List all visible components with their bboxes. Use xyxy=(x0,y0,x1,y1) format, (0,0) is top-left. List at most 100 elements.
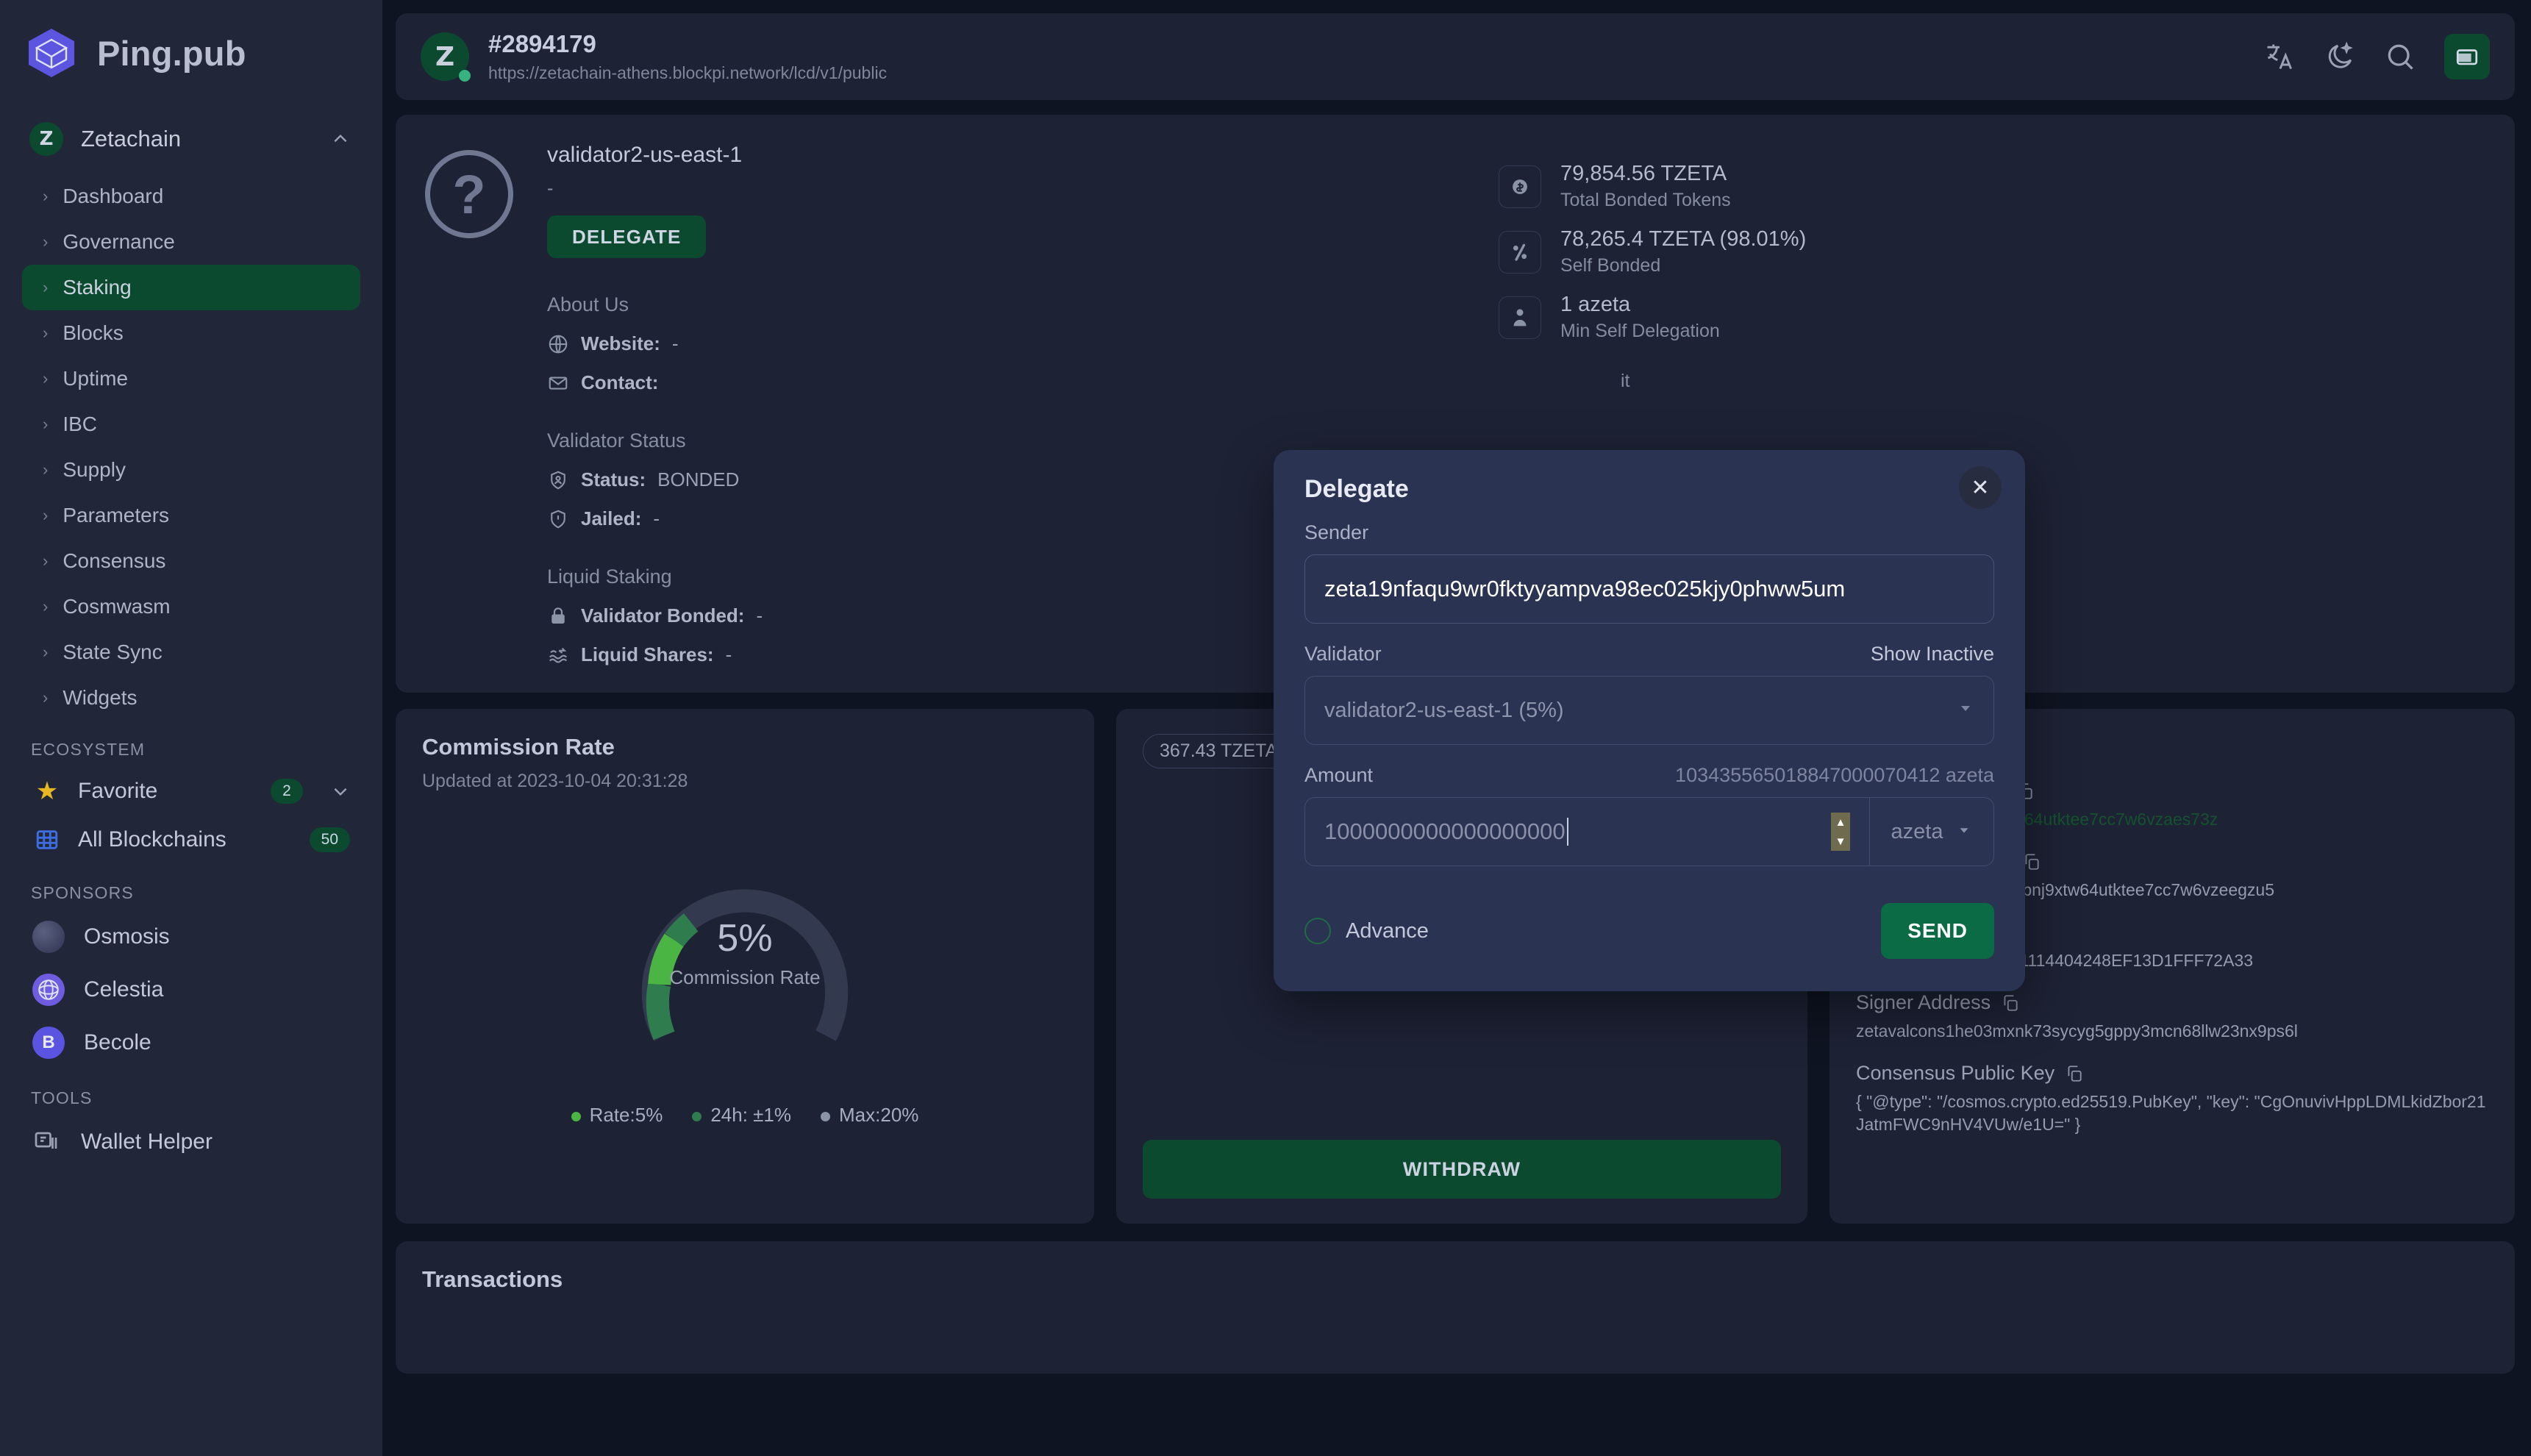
last-updated: Updated at 2023-10-04 20:31:28 xyxy=(422,771,1068,792)
stepper-up-icon[interactable]: ▲ xyxy=(1835,816,1846,829)
stat-label: Self Bonded xyxy=(1560,255,1806,276)
sidebar-item-osmosis[interactable]: Osmosis xyxy=(22,910,360,963)
send-button[interactable]: SEND xyxy=(1881,903,1994,959)
chevron-up-icon xyxy=(331,129,350,149)
jailed-value: - xyxy=(653,507,660,530)
obscured-text: it xyxy=(1621,371,1630,392)
moon-icon[interactable] xyxy=(2324,40,2356,73)
sidebar-nav: ›Dashboard ›Governance ›Staking ›Blocks … xyxy=(0,174,382,721)
validator-bonded-value: - xyxy=(756,604,763,627)
wallet-icon[interactable] xyxy=(2444,34,2490,79)
modal-title: Delegate xyxy=(1304,475,1994,504)
status-badge: BONDED xyxy=(657,468,739,491)
sidebar-item-celestia[interactable]: Celestia xyxy=(22,963,360,1016)
main-content: Z #2894179 https://zetachain-athens.bloc… xyxy=(382,0,2531,1456)
sponsors-section-label: SPONSORS xyxy=(0,864,382,910)
sidebar-item-ibc[interactable]: ›IBC xyxy=(22,402,360,447)
waves-icon xyxy=(547,644,569,666)
amount-label: Amount xyxy=(1304,764,1373,787)
sidebar-item-becole[interactable]: B Becole xyxy=(22,1016,360,1069)
wallet-helper-icon xyxy=(32,1127,62,1157)
sponsor-label: Celestia xyxy=(84,977,163,1002)
validator-select[interactable]: validator2-us-east-1 (5%) xyxy=(1304,676,1994,745)
sidebar-item-label: Supply xyxy=(63,458,126,482)
sidebar-item-cosmwasm[interactable]: ›Cosmwasm xyxy=(22,584,360,629)
sponsor-label: Osmosis xyxy=(84,924,170,949)
shield-alert-icon xyxy=(547,508,569,530)
sidebar-item-wallet-helper[interactable]: Wallet Helper xyxy=(22,1116,360,1168)
grid-icon xyxy=(32,825,62,854)
sidebar-item-label: Blocks xyxy=(63,321,123,345)
legend-dot xyxy=(571,1112,581,1121)
amount-row: 1000000000000000000 ▲ ▼ azeta xyxy=(1304,797,1994,866)
shield-user-icon xyxy=(547,469,569,491)
sidebar-item-label: Staking xyxy=(63,276,131,299)
sidebar-item-label: Favorite xyxy=(78,779,254,804)
commission-gauge-chart: 5% Commission Rate xyxy=(605,820,885,1063)
sidebar-item-uptime[interactable]: ›Uptime xyxy=(22,356,360,402)
gauge-center-text: 5% Commission Rate xyxy=(605,820,885,1063)
sender-input[interactable] xyxy=(1304,554,1994,624)
copy-icon[interactable] xyxy=(2065,1064,2084,1083)
sidebar-item-staking[interactable]: ›Staking xyxy=(22,265,360,310)
withdraw-button[interactable]: WITHDRAW xyxy=(1143,1140,1781,1199)
legend-item-rate: Rate:5% xyxy=(571,1104,663,1127)
close-icon[interactable]: ✕ xyxy=(1959,466,2002,509)
sidebar-item-parameters[interactable]: ›Parameters xyxy=(22,493,360,538)
delegate-button[interactable]: DELEGATE xyxy=(547,215,706,258)
becole-logo-icon: B xyxy=(32,1027,65,1059)
sidebar-item-all-blockchains[interactable]: All Blockchains 50 xyxy=(22,816,360,864)
translate-icon[interactable] xyxy=(2263,40,2296,73)
stat-min-self-delegation: 1 azeta Min Self Delegation xyxy=(1499,293,2485,342)
commission-rate-card: Commission Rate Updated at 2023-10-04 20… xyxy=(396,709,1094,1224)
sidebar-item-blocks[interactable]: › Blocks xyxy=(22,310,360,356)
chevron-right-icon: › xyxy=(43,234,48,250)
stepper-down-icon[interactable]: ▼ xyxy=(1835,835,1846,848)
sidebar-item-label: Consensus xyxy=(63,549,165,573)
chevron-right-icon: › xyxy=(43,325,48,341)
about-us-title: About Us xyxy=(547,293,1484,316)
search-icon[interactable] xyxy=(2384,40,2416,73)
show-inactive-link[interactable]: Show Inactive xyxy=(1871,643,1994,665)
sidebar-item-label: State Sync xyxy=(63,640,162,664)
jailed-label: Jailed: xyxy=(581,507,641,530)
sidebar-item-consensus[interactable]: ›Consensus xyxy=(22,538,360,584)
sidebar-item-governance[interactable]: › Governance xyxy=(22,219,360,265)
chevron-down-icon[interactable] xyxy=(331,782,350,801)
sidebar-item-favorite[interactable]: ★ Favorite 2 xyxy=(22,767,360,816)
legend-label: 24h: ±1% xyxy=(710,1104,791,1126)
denom-select[interactable]: azeta xyxy=(1869,797,1994,866)
sponsor-label: Becole xyxy=(84,1030,151,1055)
sidebar-item-supply[interactable]: ›Supply xyxy=(22,447,360,493)
tool-label: Wallet Helper xyxy=(81,1130,213,1155)
sidebar: Ping.pub Z Zetachain ›Dashboard › Governa… xyxy=(0,0,382,1456)
brand[interactable]: Ping.pub xyxy=(0,0,382,79)
globe-icon xyxy=(547,333,569,355)
address-label: Consensus Public Key xyxy=(1856,1062,2488,1085)
quantity-stepper[interactable]: ▲ ▼ xyxy=(1831,813,1850,851)
address-label-text: Signer Address xyxy=(1856,991,1991,1014)
chain-avatar-letter: Z xyxy=(435,42,454,72)
chevron-down-icon xyxy=(1956,820,1972,844)
page-title: #2894179 xyxy=(488,30,2263,58)
status-label: Status: xyxy=(581,468,646,491)
advance-toggle[interactable] xyxy=(1304,918,1331,944)
sidebar-item-state-sync[interactable]: ›State Sync xyxy=(22,629,360,675)
copy-icon[interactable] xyxy=(2001,993,2020,1013)
liquid-shares-value: - xyxy=(726,643,732,666)
advance-label: Advance xyxy=(1346,919,1429,943)
validator-name: validator2-us-east-1 xyxy=(547,143,1484,168)
transactions-card: Transactions xyxy=(396,1241,2515,1374)
sidebar-chain-selector[interactable]: Z Zetachain xyxy=(22,115,360,163)
sidebar-item-label: Governance xyxy=(63,230,175,254)
amount-input[interactable]: 1000000000000000000 ▲ ▼ xyxy=(1304,797,1869,866)
sender-label: Sender xyxy=(1304,521,1994,544)
sidebar-item-label: All Blockchains xyxy=(78,827,293,852)
sidebar-item-widgets[interactable]: ›Widgets xyxy=(22,675,360,721)
address-block-signer: Signer Address zetavalcons1he03mxnk73syc… xyxy=(1856,991,2488,1043)
blockchains-count-badge: 50 xyxy=(310,827,350,852)
validator-label-row: Validator Show Inactive xyxy=(1304,643,1994,665)
sidebar-item-dashboard[interactable]: ›Dashboard xyxy=(22,174,360,219)
address-label-text: Consensus Public Key xyxy=(1856,1062,2055,1085)
commission-rate-value: 5% xyxy=(717,916,772,960)
